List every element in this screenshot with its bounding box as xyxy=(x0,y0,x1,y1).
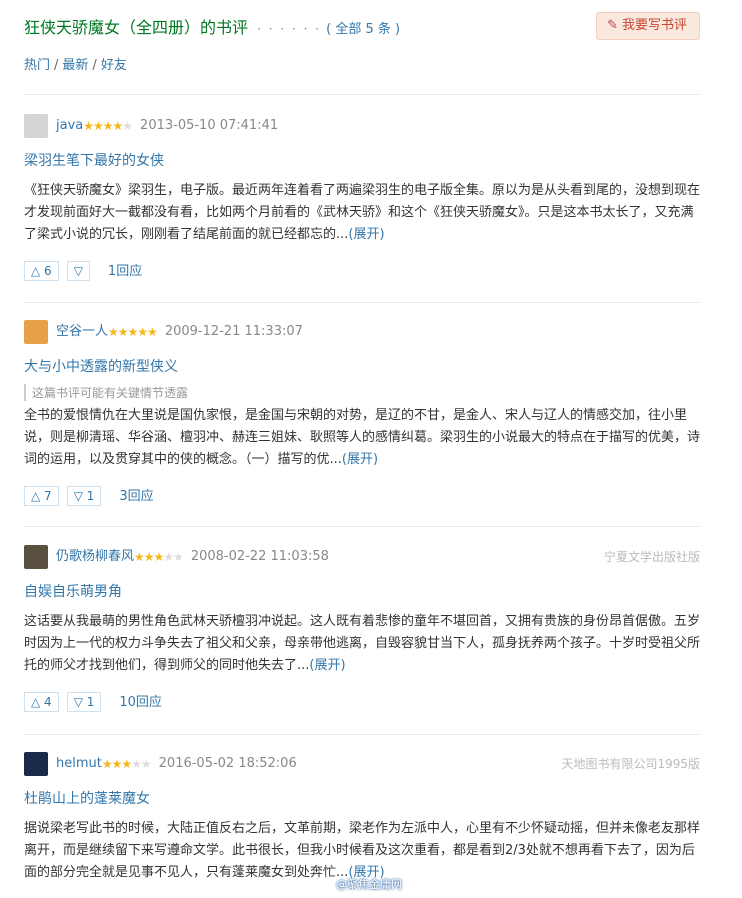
review-meta: java★★★★★ 2013-05-10 07:41:41 xyxy=(24,114,700,138)
downvote-button[interactable]: ▽ xyxy=(66,261,90,281)
review-item: 空谷一人★★★★★ 2009-12-21 11:33:07 大与小中透露的新型侠义… xyxy=(24,320,700,506)
review-meta: helmut★★★★★ 2016-05-02 18:52:06 天地图书有限公司1… xyxy=(24,752,700,776)
avatar[interactable] xyxy=(24,320,48,344)
edition-label[interactable]: 天地图书有限公司1995版 xyxy=(561,752,700,776)
review-actions: △ 7 ▽ 1 3回应 xyxy=(24,485,700,506)
rating-stars: ★★★★★ xyxy=(83,119,133,133)
site-watermark: @聚焦金庸网 xyxy=(336,878,402,891)
review-item: java★★★★★ 2013-05-10 07:41:41 梁羽生笔下最好的女侠 … xyxy=(24,114,700,281)
sort-hot-link[interactable]: 热门 xyxy=(24,58,50,73)
upvote-button[interactable]: △ 6 xyxy=(24,261,59,281)
reply-link[interactable]: 1回应 xyxy=(108,264,142,279)
review-date: 2016-05-02 18:52:06 xyxy=(158,756,297,771)
upvote-button[interactable]: △ 4 xyxy=(24,692,59,712)
review-body: 据说梁老写此书的时候，大陆正值反右之后，文革前期，梁老作为左派中人，心里有不少怀… xyxy=(24,818,700,884)
review-body: 《狂侠天骄魔女》梁羽生，电子版。最近两年连着看了两遍梁羽生的电子版全集。原以为是… xyxy=(24,180,700,246)
avatar[interactable] xyxy=(24,114,48,138)
title-dots: · · · · · · xyxy=(257,22,322,36)
avatar[interactable] xyxy=(24,752,48,776)
sort-tabs: 热门 / 最新 / 好友 xyxy=(24,54,127,73)
review-author[interactable]: helmut xyxy=(56,756,102,771)
reply-link[interactable]: 3回应 xyxy=(119,489,153,504)
review-body: 这话要从我最萌的男性角色武林天骄檀羽冲说起。这人既有着悲惨的童年不堪回首，又拥有… xyxy=(24,611,700,677)
review-title[interactable]: 梁羽生笔下最好的女侠 xyxy=(24,150,700,170)
pencil-icon: ✎ xyxy=(607,18,618,33)
review-meta: 空谷一人★★★★★ 2009-12-21 11:33:07 xyxy=(24,320,700,344)
sort-separator: / xyxy=(92,58,97,73)
review-title[interactable]: 自娱自乐萌男角 xyxy=(24,581,700,601)
expand-link[interactable]: (展开) xyxy=(309,658,345,673)
avatar[interactable] xyxy=(24,545,48,569)
write-review-button[interactable]: ✎ 我要写书评 xyxy=(596,12,700,40)
review-title[interactable]: 大与小中透露的新型侠义 xyxy=(24,356,700,376)
expand-link[interactable]: (展开) xyxy=(348,227,384,242)
upvote-button[interactable]: △ 7 xyxy=(24,486,59,506)
review-author[interactable]: 仍歌杨柳春风 xyxy=(56,549,134,564)
review-count-link[interactable]: ( 全部 5 条 ) xyxy=(326,22,400,37)
review-item: 仍歌杨柳春风★★★★★ 2008-02-22 11:03:58 宁夏文学出版社版 … xyxy=(24,545,700,712)
reviews-header: 狂侠天骄魔女（全四册）的书评 · · · · · · ( 全部 5 条 ) ✎ 我… xyxy=(24,12,700,40)
review-author[interactable]: 空谷一人 xyxy=(56,324,108,339)
expand-link[interactable]: (展开) xyxy=(342,452,378,467)
sort-friends-link[interactable]: 好友 xyxy=(101,58,127,73)
review-title[interactable]: 杜鹃山上的蓬莱魔女 xyxy=(24,788,700,808)
rating-stars: ★★★★★ xyxy=(134,550,184,564)
downvote-button[interactable]: ▽ 1 xyxy=(66,692,102,712)
review-date: 2008-02-22 11:03:58 xyxy=(190,549,329,564)
review-author[interactable]: java xyxy=(56,118,83,133)
sort-separator: / xyxy=(54,58,59,73)
divider xyxy=(24,526,700,527)
review-item: helmut★★★★★ 2016-05-02 18:52:06 天地图书有限公司1… xyxy=(24,752,700,884)
divider xyxy=(24,94,700,95)
review-actions: △ 6 ▽ 1回应 xyxy=(24,260,700,281)
section-title: 狂侠天骄魔女（全四册）的书评 · · · · · · ( 全部 5 条 ) xyxy=(24,14,400,38)
rating-stars: ★★★★★ xyxy=(108,325,158,339)
edition-label[interactable]: 宁夏文学出版社版 xyxy=(604,545,700,569)
write-review-label: 我要写书评 xyxy=(621,18,687,33)
review-excerpt: 这话要从我最萌的男性角色武林天骄檀羽冲说起。这人既有着悲惨的童年不堪回首，又拥有… xyxy=(24,614,701,673)
sort-newest-link[interactable]: 最新 xyxy=(62,58,88,73)
book-review-title[interactable]: 狂侠天骄魔女（全四册）的书评 xyxy=(24,18,248,37)
review-date: 2009-12-21 11:33:07 xyxy=(164,324,303,339)
spoiler-warning: 这篇书评可能有关键情节透露 xyxy=(24,384,700,401)
review-actions: △ 4 ▽ 1 10回应 xyxy=(24,691,700,712)
reply-link[interactable]: 10回应 xyxy=(119,695,162,710)
divider xyxy=(24,302,700,303)
review-meta: 仍歌杨柳春风★★★★★ 2008-02-22 11:03:58 宁夏文学出版社版 xyxy=(24,545,700,569)
divider xyxy=(24,734,700,735)
downvote-button[interactable]: ▽ 1 xyxy=(66,486,102,506)
rating-stars: ★★★★★ xyxy=(101,757,152,771)
review-date: 2013-05-10 07:41:41 xyxy=(140,118,279,133)
review-body: 全书的爱恨情仇在大里说是国仇家恨，是金国与宋朝的对势，是辽的不甘，是金人、宋人与… xyxy=(24,405,700,471)
